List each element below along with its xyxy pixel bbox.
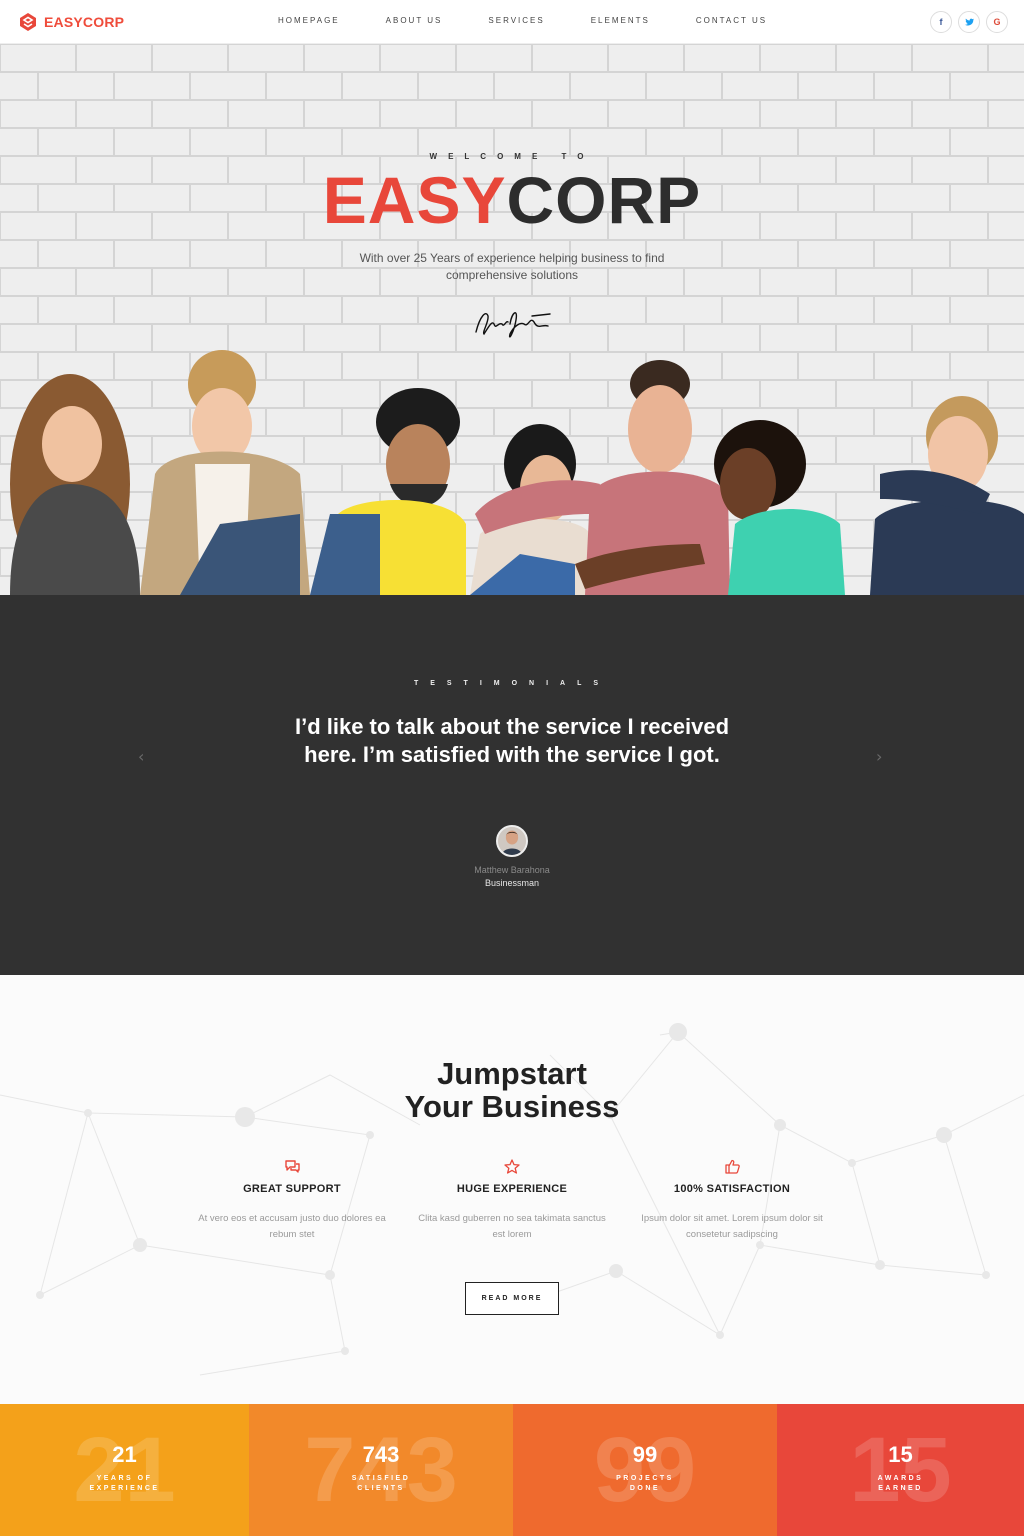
stat-watermark: 21 — [73, 1419, 176, 1521]
stat-watermark: 15 — [849, 1419, 952, 1521]
feature-title: HUGE EXPERIENCE — [456, 1183, 568, 1195]
chevron-right-icon[interactable]: › — [876, 747, 882, 766]
feature-text: Clita kasd guberren no sea takimata sanc… — [418, 1213, 606, 1240]
chat-bubbles-icon — [192, 1159, 392, 1175]
person-7 — [870, 396, 1024, 595]
testimonial-author-name: Matthew Barahona — [474, 865, 550, 875]
testimonial-quote: I’d like to talk about the service I rec… — [294, 714, 730, 767]
jumpstart-section: Jumpstart Your Business GREAT SUPPORT At… — [0, 975, 1024, 1404]
social-links: f G — [930, 11, 1008, 33]
main-menu: HOMEPAGE ABOUT US SERVICES ELEMENTS CONT… — [258, 16, 767, 25]
read-more-button[interactable]: READ MORE — [465, 1282, 559, 1315]
person-2 — [140, 350, 310, 595]
feature-great-support: GREAT SUPPORT At vero eos et accusam jus… — [192, 1159, 392, 1243]
stat-projects: 99 99 PROJECTS DONE — [513, 1404, 777, 1536]
feature-title: 100% SATISFACTION — [673, 1183, 791, 1195]
nav-homepage[interactable]: HOMEPAGE — [278, 16, 340, 25]
easycorp-logo-icon — [20, 13, 36, 31]
logo[interactable]: EASYCORP — [18, 12, 124, 32]
feature-huge-experience: HUGE EXPERIENCE Clita kasd guberren no s… — [412, 1159, 612, 1243]
person-1 — [10, 374, 140, 595]
stat-value: 99 — [632, 1442, 658, 1467]
stat-clients: 743 743 SATISFIED CLIENTS — [249, 1404, 513, 1536]
section-title-line-1: Jumpstart — [437, 1056, 587, 1091]
google-icon[interactable]: G — [986, 11, 1008, 33]
chevron-left-icon[interactable]: ‹ — [138, 747, 144, 766]
brand-name: EASYCORP — [44, 14, 125, 30]
section-title-line-2: Your Business — [404, 1089, 620, 1124]
stat-value: 743 — [362, 1442, 400, 1467]
stat-value: 21 — [112, 1442, 137, 1467]
feature-text: Ipsum dolor sit amet. Lorem ipsum dolor … — [641, 1213, 823, 1240]
feature-text: At vero eos et accusam justo duo dolores… — [198, 1213, 386, 1240]
stat-watermark: 99 — [593, 1419, 697, 1521]
star-icon — [412, 1159, 612, 1175]
thumbs-up-icon — [632, 1159, 832, 1175]
stat-label: PROJECTS DONE — [616, 1475, 674, 1492]
person-3 — [310, 388, 466, 595]
testimonials-section: TESTIMONIALS ‹ I’d like to talk about th… — [0, 595, 1024, 975]
top-navbar: EASYCORP HOMEPAGE ABOUT US SERVICES ELEM… — [0, 0, 1024, 44]
section-title: Jumpstart Your Business — [0, 1057, 1024, 1123]
testimonials-label: TESTIMONIALS — [413, 680, 611, 687]
stat-years: 21 21 YEARS OF EXPERIENCE — [0, 1404, 249, 1536]
feature-100-satisfaction: 100% SATISFACTION Ipsum dolor sit amet. … — [632, 1159, 832, 1243]
stats-bar: 21 21 YEARS OF EXPERIENCE 743 743 SATISF… — [0, 1404, 1024, 1536]
feature-title: GREAT SUPPORT — [243, 1183, 341, 1195]
nav-about-us[interactable]: ABOUT US — [386, 16, 443, 25]
testimonial-author-role: Businessman — [484, 878, 540, 888]
stat-label: SATISFIED CLIENTS — [351, 1475, 411, 1492]
stat-label: YEARS OF EXPERIENCE — [89, 1475, 160, 1492]
nav-elements[interactable]: ELEMENTS — [591, 16, 650, 25]
nav-contact-us[interactable]: CONTACT US — [696, 16, 767, 25]
hero-section: WELCOME TO EASYCORP With over 25 Years o… — [0, 44, 1024, 595]
nav-services[interactable]: SERVICES — [488, 16, 544, 25]
facebook-icon[interactable]: f — [930, 11, 952, 33]
stat-awards: 15 15 AWARDS EARNED — [777, 1404, 1024, 1536]
avatar — [496, 825, 528, 857]
stat-watermark: 743 — [304, 1419, 458, 1521]
twitter-icon[interactable] — [958, 11, 980, 33]
stat-value: 15 — [888, 1442, 913, 1467]
stat-label: AWARDS EARNED — [877, 1475, 924, 1492]
team-photo — [10, 350, 1024, 595]
